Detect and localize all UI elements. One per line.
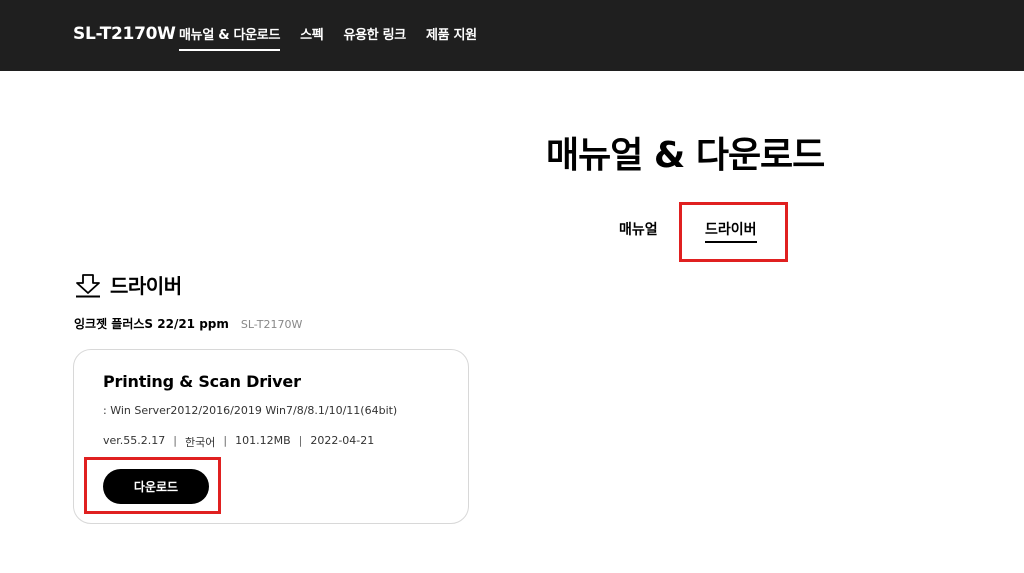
driver-meta: ver.55.2.17 | 한국어 | 101.12MB | 2022-04-2… xyxy=(103,434,374,450)
nav-item-spec[interactable]: 스펙 xyxy=(300,0,324,71)
nav-item-product-support[interactable]: 제품 지원 xyxy=(426,0,477,71)
main-nav: 매뉴얼 & 다운로드 스펙 유용한 링크 제품 지원 xyxy=(179,0,477,71)
highlight-box-driver-tab xyxy=(679,202,788,262)
product-line: 잉크젯 플러스S 22/21 ppm SL-T2170W xyxy=(74,315,302,332)
section-heading: 드라이버 xyxy=(74,270,182,299)
highlight-box-download-button xyxy=(84,457,221,514)
driver-release-date: 2022-04-21 xyxy=(310,434,375,447)
product-name: 잉크젯 플러스S 22/21 ppm xyxy=(74,317,229,331)
driver-language: 한국어 xyxy=(185,436,216,449)
nav-item-manual-download[interactable]: 매뉴얼 & 다운로드 xyxy=(179,0,280,71)
meta-separator: | xyxy=(223,434,228,447)
driver-title: Printing & Scan Driver xyxy=(103,372,301,391)
nav-item-useful-links[interactable]: 유용한 링크 xyxy=(343,0,406,71)
driver-os-support: : Win Server2012/2016/2019 Win7/8/8.1/10… xyxy=(103,404,398,417)
section-title: 드라이버 xyxy=(110,274,182,298)
page-title: 매뉴얼 & 다운로드 xyxy=(546,135,825,176)
product-model: SL-T2170W xyxy=(240,318,303,331)
meta-separator: | xyxy=(298,434,303,447)
meta-separator: | xyxy=(173,434,177,447)
driver-version: ver.55.2.17 xyxy=(103,434,166,447)
brand-model-name[interactable]: SL-T2170W xyxy=(73,24,176,44)
driver-file-size: 101.12MB xyxy=(235,434,291,447)
top-navigation-bar: SL-T2170W 매뉴얼 & 다운로드 스펙 유용한 링크 제품 지원 xyxy=(0,0,1024,71)
tab-manual[interactable]: 매뉴얼 xyxy=(619,219,658,239)
download-icon xyxy=(74,272,102,298)
